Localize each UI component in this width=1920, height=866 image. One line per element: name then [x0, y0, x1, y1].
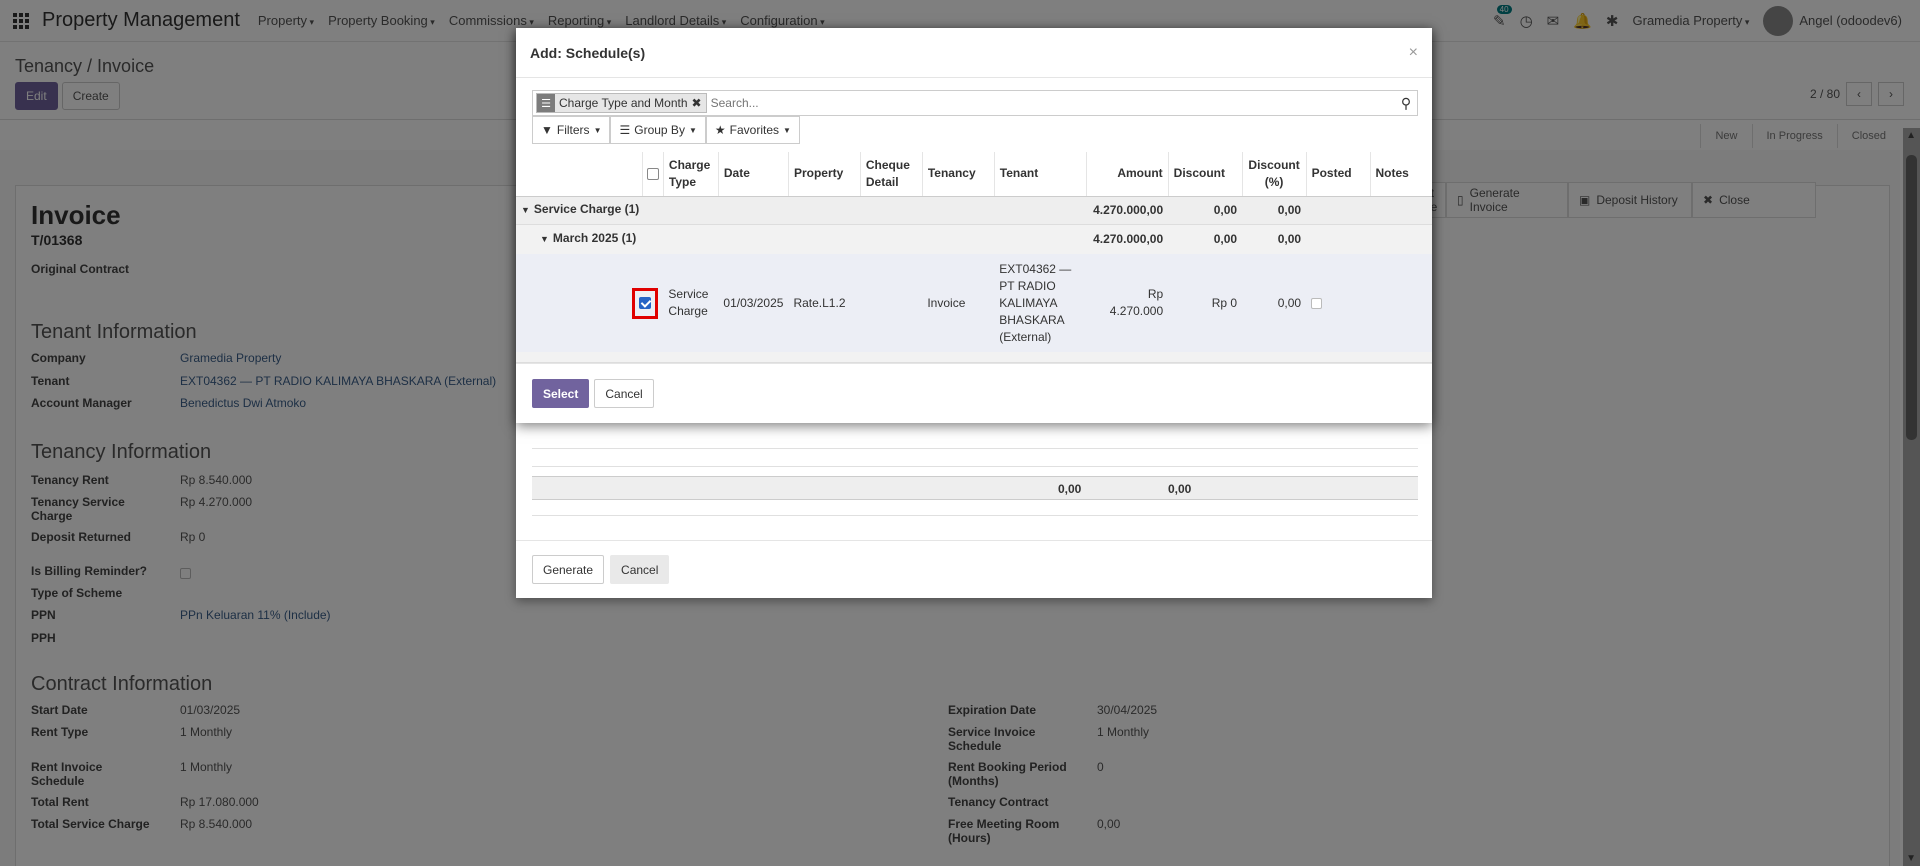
cell-discount: Rp 0	[1168, 254, 1243, 352]
cell-charge-type: Service Charge	[663, 254, 719, 352]
group-discount-pct: 0,00	[1242, 196, 1307, 225]
group-row-service-charge[interactable]: ▼ Service Charge (1) 4.270.000,00 0,00 0,…	[516, 196, 1432, 225]
modal-close-icon[interactable]: ×	[1409, 44, 1418, 62]
star-icon: ★	[714, 123, 726, 137]
total-discount: 0,00	[1168, 482, 1192, 496]
col-charge-type[interactable]: Charge Type	[662, 152, 719, 197]
caret-down-icon: ▼	[593, 125, 602, 135]
group-label: March 2025 (1)	[552, 231, 637, 246]
facet-remove-icon[interactable]: ✖	[692, 96, 702, 110]
cancel-button[interactable]: Cancel	[594, 379, 654, 408]
bars-icon: ☰	[619, 123, 631, 137]
group-discount-pct: 0,00	[1242, 224, 1307, 254]
generate-modal-footer: Generate Cancel	[516, 540, 1432, 598]
facet-label: Charge Type and Month	[559, 96, 688, 110]
cell-tenancy: Invoice	[922, 254, 995, 352]
group-by-button[interactable]: ☰ Group By ▼	[610, 116, 706, 144]
group-amount: 4.270.000,00	[1086, 224, 1169, 254]
scroll-up-icon[interactable]: ▲	[1906, 130, 1916, 141]
filters-button[interactable]: ▼ Filters ▼	[532, 116, 611, 144]
cell-date: 01/03/2025	[718, 254, 789, 352]
col-posted[interactable]: Posted	[1305, 152, 1370, 197]
group-by-icon: ☰	[537, 94, 555, 112]
col-tenant[interactable]: Tenant	[993, 152, 1087, 197]
add-schedules-modal: Add: Schedule(s) × ☰ Charge Type and Mon…	[516, 28, 1432, 423]
scrollbar-thumb[interactable]	[1906, 155, 1917, 440]
table-header-row: Charge Type Date Property Cheque Detail …	[516, 152, 1432, 197]
search-bar: ☰ Charge Type and Month ✖ ⚲	[532, 90, 1418, 116]
search-icon[interactable]: ⚲	[1395, 95, 1417, 112]
group-label: Service Charge (1)	[533, 202, 640, 216]
col-cheque-detail[interactable]: Cheque Detail	[859, 152, 923, 197]
modal-title: Add: Schedule(s)	[530, 44, 646, 61]
generate-button[interactable]: Generate	[532, 555, 605, 584]
caret-down-icon: ▼	[540, 234, 549, 245]
select-all-checkbox[interactable]	[641, 152, 664, 197]
favorites-button[interactable]: ★ Favorites ▼	[705, 116, 800, 144]
scroll-down-icon[interactable]: ▼	[1906, 853, 1916, 864]
cell-posted-checkbox	[1306, 254, 1370, 352]
cell-discount-pct: 0,00	[1242, 254, 1307, 352]
search-input[interactable]	[706, 92, 1395, 114]
table-row[interactable]: Service Charge 01/03/2025 Rate.L1.2 Invo…	[516, 254, 1432, 352]
caret-down-icon: ▼	[521, 205, 530, 215]
total-amount: 0,00	[1058, 482, 1082, 496]
col-property[interactable]: Property	[787, 152, 861, 197]
group-discount: 0,00	[1168, 224, 1243, 254]
cell-amount: Rp 4.270.000	[1086, 254, 1169, 352]
select-button[interactable]: Select	[532, 379, 590, 408]
col-discount[interactable]: Discount	[1167, 152, 1243, 197]
totals-row: 0,00 0,00	[532, 476, 1418, 500]
group-row-month[interactable]: ▼ March 2025 (1) 4.270.000,00 0,00 0,00	[516, 224, 1432, 254]
col-tenancy[interactable]: Tenancy	[921, 152, 995, 197]
schedules-table: Charge Type Date Property Cheque Detail …	[516, 152, 1432, 363]
col-date[interactable]: Date	[717, 152, 789, 197]
col-amount[interactable]: Amount	[1085, 152, 1169, 197]
row-select-checkbox[interactable]	[632, 287, 659, 319]
group-amount: 4.270.000,00	[1086, 196, 1169, 225]
caret-down-icon: ▼	[688, 125, 697, 135]
cell-tenant: EXT04362 — PT RADIO KALIMAYA BHASKARA (E…	[994, 254, 1087, 352]
caret-down-icon: ▼	[783, 125, 791, 135]
col-notes[interactable]: Notes	[1369, 152, 1432, 197]
modal-header: Add: Schedule(s) ×	[516, 28, 1432, 78]
filter-icon: ▼	[541, 123, 553, 137]
search-facet: ☰ Charge Type and Month ✖	[536, 93, 707, 113]
modal-footer: Select Cancel	[516, 363, 1432, 423]
group-discount: 0,00	[1168, 196, 1243, 225]
generate-cancel-button[interactable]: Cancel	[610, 555, 670, 584]
search-options: ▼ Filters ▼ ☰ Group By ▼ ★ Favorites ▼	[532, 116, 800, 144]
cell-property: Rate.L1.2	[788, 254, 861, 352]
col-discount-pct[interactable]: Discount (%)	[1241, 152, 1307, 197]
